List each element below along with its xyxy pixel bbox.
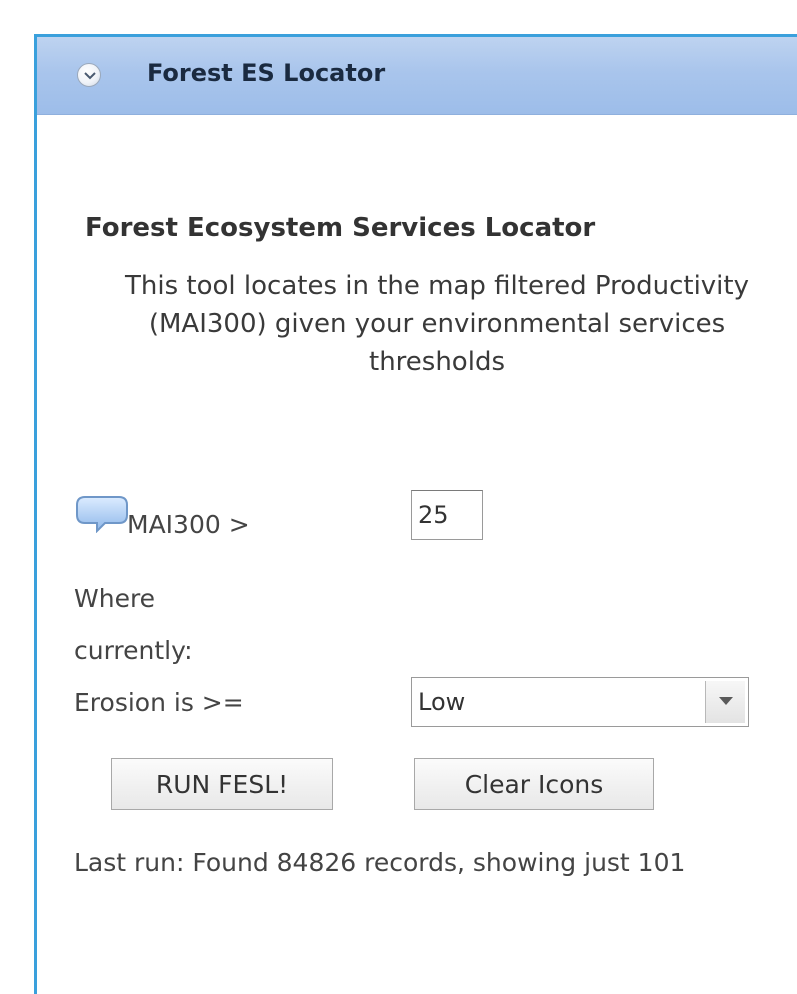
dropdown-trigger[interactable] — [705, 681, 745, 723]
speech-bubble-icon[interactable] — [75, 495, 129, 533]
run-fesl-button[interactable]: RUN FESL! — [111, 758, 333, 810]
tool-description: This tool locates in the map filtered Pr… — [125, 271, 749, 377]
where-currently-label: Where currently: — [74, 584, 193, 665]
collapse-toggle-button[interactable] — [77, 63, 101, 87]
panel-title: Forest ES Locator — [147, 59, 386, 87]
erosion-selected-value: Low — [418, 688, 466, 716]
dropdown-arrow-icon — [719, 697, 733, 705]
last-run-status: Last run: Found 84826 records, showing j… — [74, 848, 686, 877]
panel-header[interactable]: Forest ES Locator — [37, 37, 797, 115]
chevron-down-icon — [84, 72, 96, 80]
clear-icons-button[interactable]: Clear Icons — [414, 758, 654, 810]
erosion-label: Erosion is >= — [74, 688, 244, 717]
forest-es-locator-panel: Forest ES Locator Forest Ecosystem Servi… — [34, 34, 797, 994]
mai300-threshold-input[interactable] — [411, 490, 483, 540]
erosion-level-select[interactable]: Low — [411, 677, 749, 727]
mai300-label: MAI300 > — [127, 510, 250, 539]
tool-heading: Forest Ecosystem Services Locator — [85, 213, 596, 243]
